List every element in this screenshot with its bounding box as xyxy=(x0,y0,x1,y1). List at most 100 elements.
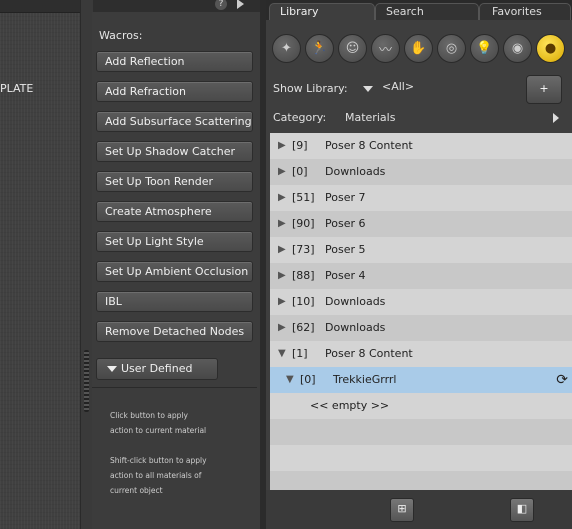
category-label: Category: xyxy=(273,111,327,124)
expand-icon[interactable]: ▶ xyxy=(278,185,286,211)
add-subsurface-scattering-button[interactable]: Add Subsurface Scattering xyxy=(96,111,253,132)
list-item-label: Poser 5 xyxy=(325,243,366,256)
poses-icon[interactable]: 🏃 xyxy=(305,34,334,63)
expand-icon[interactable]: ▶ xyxy=(278,263,286,289)
category-icon-row: ✦ 🏃 ☺ 〰 ✋ ◎ 💡 ◉ ● xyxy=(272,34,565,63)
hair-icon[interactable]: 〰 xyxy=(371,34,400,63)
expand-icon[interactable]: ▶ xyxy=(278,211,286,237)
library-bottom-bar: ⊞ ◧ xyxy=(266,490,572,529)
hint-click-line1: Click button to apply xyxy=(110,411,188,420)
wacros-divider xyxy=(92,387,257,388)
cameras-icon[interactable]: ◉ xyxy=(503,34,532,63)
list-item-label: Poser 8 Content xyxy=(325,139,413,152)
remove-detached-nodes-button[interactable]: Remove Detached Nodes xyxy=(96,321,253,342)
hint-shift-line2: action to all materials of xyxy=(110,471,202,480)
hint-shift-line3: current object xyxy=(110,486,163,495)
tab-library[interactable]: Library xyxy=(269,3,375,20)
list-item[interactable]: ▶ [9] Poser 8 Content xyxy=(270,133,572,159)
list-filler xyxy=(270,445,572,471)
grip-handle[interactable] xyxy=(84,350,89,412)
expand-icon[interactable]: ▶ xyxy=(278,289,286,315)
set-up-light-style-button[interactable]: Set Up Light Style xyxy=(96,231,253,252)
set-up-ambient-occlusion-button[interactable]: Set Up Ambient Occlusion xyxy=(96,261,253,282)
folder-plus-icon: + xyxy=(539,82,549,95)
figures-icon[interactable]: ✦ xyxy=(272,34,301,63)
library-panel: Library Search Favorites ✦ 🏃 ☺ 〰 ✋ ◎ 💡 ◉… xyxy=(266,0,572,529)
create-atmosphere-button[interactable]: Create Atmosphere xyxy=(96,201,253,222)
show-library-label: Show Library: xyxy=(273,82,348,95)
list-item-label: TrekkieGrrrl xyxy=(333,373,397,386)
set-up-toon-render-button[interactable]: Set Up Toon Render xyxy=(96,171,253,192)
list-item-count: [51] xyxy=(292,191,315,204)
left-panel: PLATE xyxy=(0,0,80,529)
list-item[interactable]: ▶ [51] Poser 7 xyxy=(270,185,572,211)
left-panel-label: PLATE xyxy=(0,82,34,95)
list-item-label: Poser 4 xyxy=(325,269,366,282)
add-reflection-button[interactable]: Add Reflection xyxy=(96,51,253,72)
list-item-label: Downloads xyxy=(325,321,386,334)
list-item-empty: << empty >> xyxy=(270,393,572,419)
list-item-count: [62] xyxy=(292,321,315,334)
user-defined-label: User Defined xyxy=(121,362,193,375)
user-defined-button[interactable]: User Defined xyxy=(96,358,218,380)
apply-icon: ◧ xyxy=(516,502,528,515)
faces-icon[interactable]: ☺ xyxy=(338,34,367,63)
list-item-selected[interactable]: ▼ [0] TrekkieGrrrl ⟳ xyxy=(270,367,572,393)
list-item-count: [73] xyxy=(292,243,315,256)
set-up-shadow-catcher-button[interactable]: Set Up Shadow Catcher xyxy=(96,141,253,162)
props-icon[interactable]: ◎ xyxy=(437,34,466,63)
list-item-count: [0] xyxy=(292,165,308,178)
list-item[interactable]: ▼ [1] Poser 8 Content xyxy=(270,341,572,367)
lights-icon[interactable]: 💡 xyxy=(470,34,499,63)
list-item[interactable]: ▶ [0] Downloads xyxy=(270,159,572,185)
tab-search[interactable]: Search xyxy=(375,3,479,20)
collapse-icon[interactable]: ▼ xyxy=(286,367,294,393)
category-arrow-icon[interactable] xyxy=(553,113,559,123)
tab-favorites[interactable]: Favorites xyxy=(479,3,571,20)
collapse-icon[interactable]: ▼ xyxy=(278,341,286,367)
materials-icon[interactable]: ● xyxy=(536,34,565,63)
show-library-dropdown-icon[interactable] xyxy=(363,86,373,92)
hint-click-line2: action to current material xyxy=(110,426,207,435)
show-library-value[interactable]: <All> xyxy=(382,80,414,93)
ibl-button[interactable]: IBL xyxy=(96,291,253,312)
list-item-count: [10] xyxy=(292,295,315,308)
list-item-count: [1] xyxy=(292,347,308,360)
hint-shift-click: Shift-click button to apply action to al… xyxy=(110,453,250,498)
wacros-title: Wacros: xyxy=(99,29,143,42)
expand-icon[interactable]: ▶ xyxy=(278,237,286,263)
list-item-count: [9] xyxy=(292,139,308,152)
expand-icon[interactable]: ▶ xyxy=(278,133,286,159)
list-item[interactable]: ▶ [10] Downloads xyxy=(270,289,572,315)
refresh-icon[interactable]: ⟳ xyxy=(556,367,568,393)
add-refraction-button[interactable]: Add Refraction xyxy=(96,81,253,102)
list-item-count: [88] xyxy=(292,269,315,282)
list-item[interactable]: ▶ [62] Downloads xyxy=(270,315,572,341)
help-icon[interactable]: ? xyxy=(215,0,227,10)
add-to-library-button[interactable]: ⊞ xyxy=(390,498,414,522)
list-item-count: [90] xyxy=(292,217,315,230)
apply-to-scene-button[interactable]: ◧ xyxy=(510,498,534,522)
list-item-count: [0] xyxy=(300,373,316,386)
list-item-label: Poser 8 Content xyxy=(325,347,413,360)
list-item[interactable]: ▶ [90] Poser 6 xyxy=(270,211,572,237)
empty-placeholder: << empty >> xyxy=(310,399,390,412)
list-item-label: Poser 6 xyxy=(325,217,366,230)
play-icon[interactable] xyxy=(237,0,244,9)
expand-icon[interactable]: ▶ xyxy=(278,315,286,341)
library-tabbar: Library Search Favorites xyxy=(266,0,572,20)
list-item-label: Poser 7 xyxy=(325,191,366,204)
list-item-label: Downloads xyxy=(325,165,386,178)
add-folder-icon: ⊞ xyxy=(397,502,407,515)
list-item[interactable]: ▶ [88] Poser 4 xyxy=(270,263,572,289)
hands-icon[interactable]: ✋ xyxy=(404,34,433,63)
top-controls: ? xyxy=(215,0,244,10)
add-runtime-folder-button[interactable]: + xyxy=(526,75,562,104)
list-filler xyxy=(270,419,572,445)
expand-icon[interactable]: ▶ xyxy=(278,159,286,185)
dropdown-arrow-icon xyxy=(107,366,117,372)
list-item-label: Downloads xyxy=(325,295,386,308)
wacros-panel: Wacros: Add Reflection Add Refraction Ad… xyxy=(92,12,260,529)
category-value: Materials xyxy=(345,111,396,124)
list-item[interactable]: ▶ [73] Poser 5 xyxy=(270,237,572,263)
